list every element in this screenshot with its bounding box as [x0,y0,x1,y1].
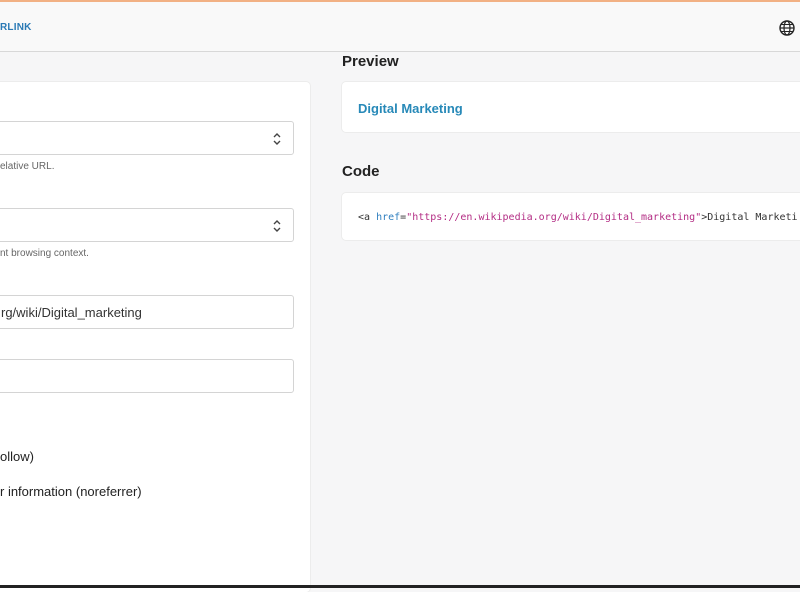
code-snippet: <a href="https://en.wikipedia.org/wiki/D… [358,212,798,223]
chevron-updown-icon [273,220,281,232]
chevron-updown-icon [273,133,281,145]
code-attr-value: "https://en.wikipedia.org/wiki/Digital_m… [406,212,702,223]
app-header: RLINK [0,2,800,52]
link-type-select[interactable] [0,121,294,155]
brand-title[interactable]: RLINK [0,22,32,33]
nofollow-option-label[interactable]: ollow) [0,449,34,464]
target-select[interactable] [0,208,294,242]
url-input[interactable]: rg/wiki/Digital_marketing [0,295,294,329]
globe-icon[interactable] [778,19,796,37]
target-help: nt browsing context. [0,248,89,259]
preview-card: Digital Marketing [342,82,800,132]
link-type-help: elative URL. [0,161,55,172]
code-attr: href [376,212,401,223]
preview-heading: Preview [342,53,399,70]
preview-link[interactable]: Digital Marketing [358,101,463,116]
noreferrer-option-label[interactable]: r information (noreferrer) [0,484,142,499]
link-text-input[interactable] [0,359,294,393]
code-rest: >Digital Marketi [701,212,798,223]
link-form-card [0,82,310,592]
code-tag-open: <a [358,212,371,223]
code-card: <a href="https://en.wikipedia.org/wiki/D… [342,193,800,240]
code-heading: Code [342,163,380,180]
